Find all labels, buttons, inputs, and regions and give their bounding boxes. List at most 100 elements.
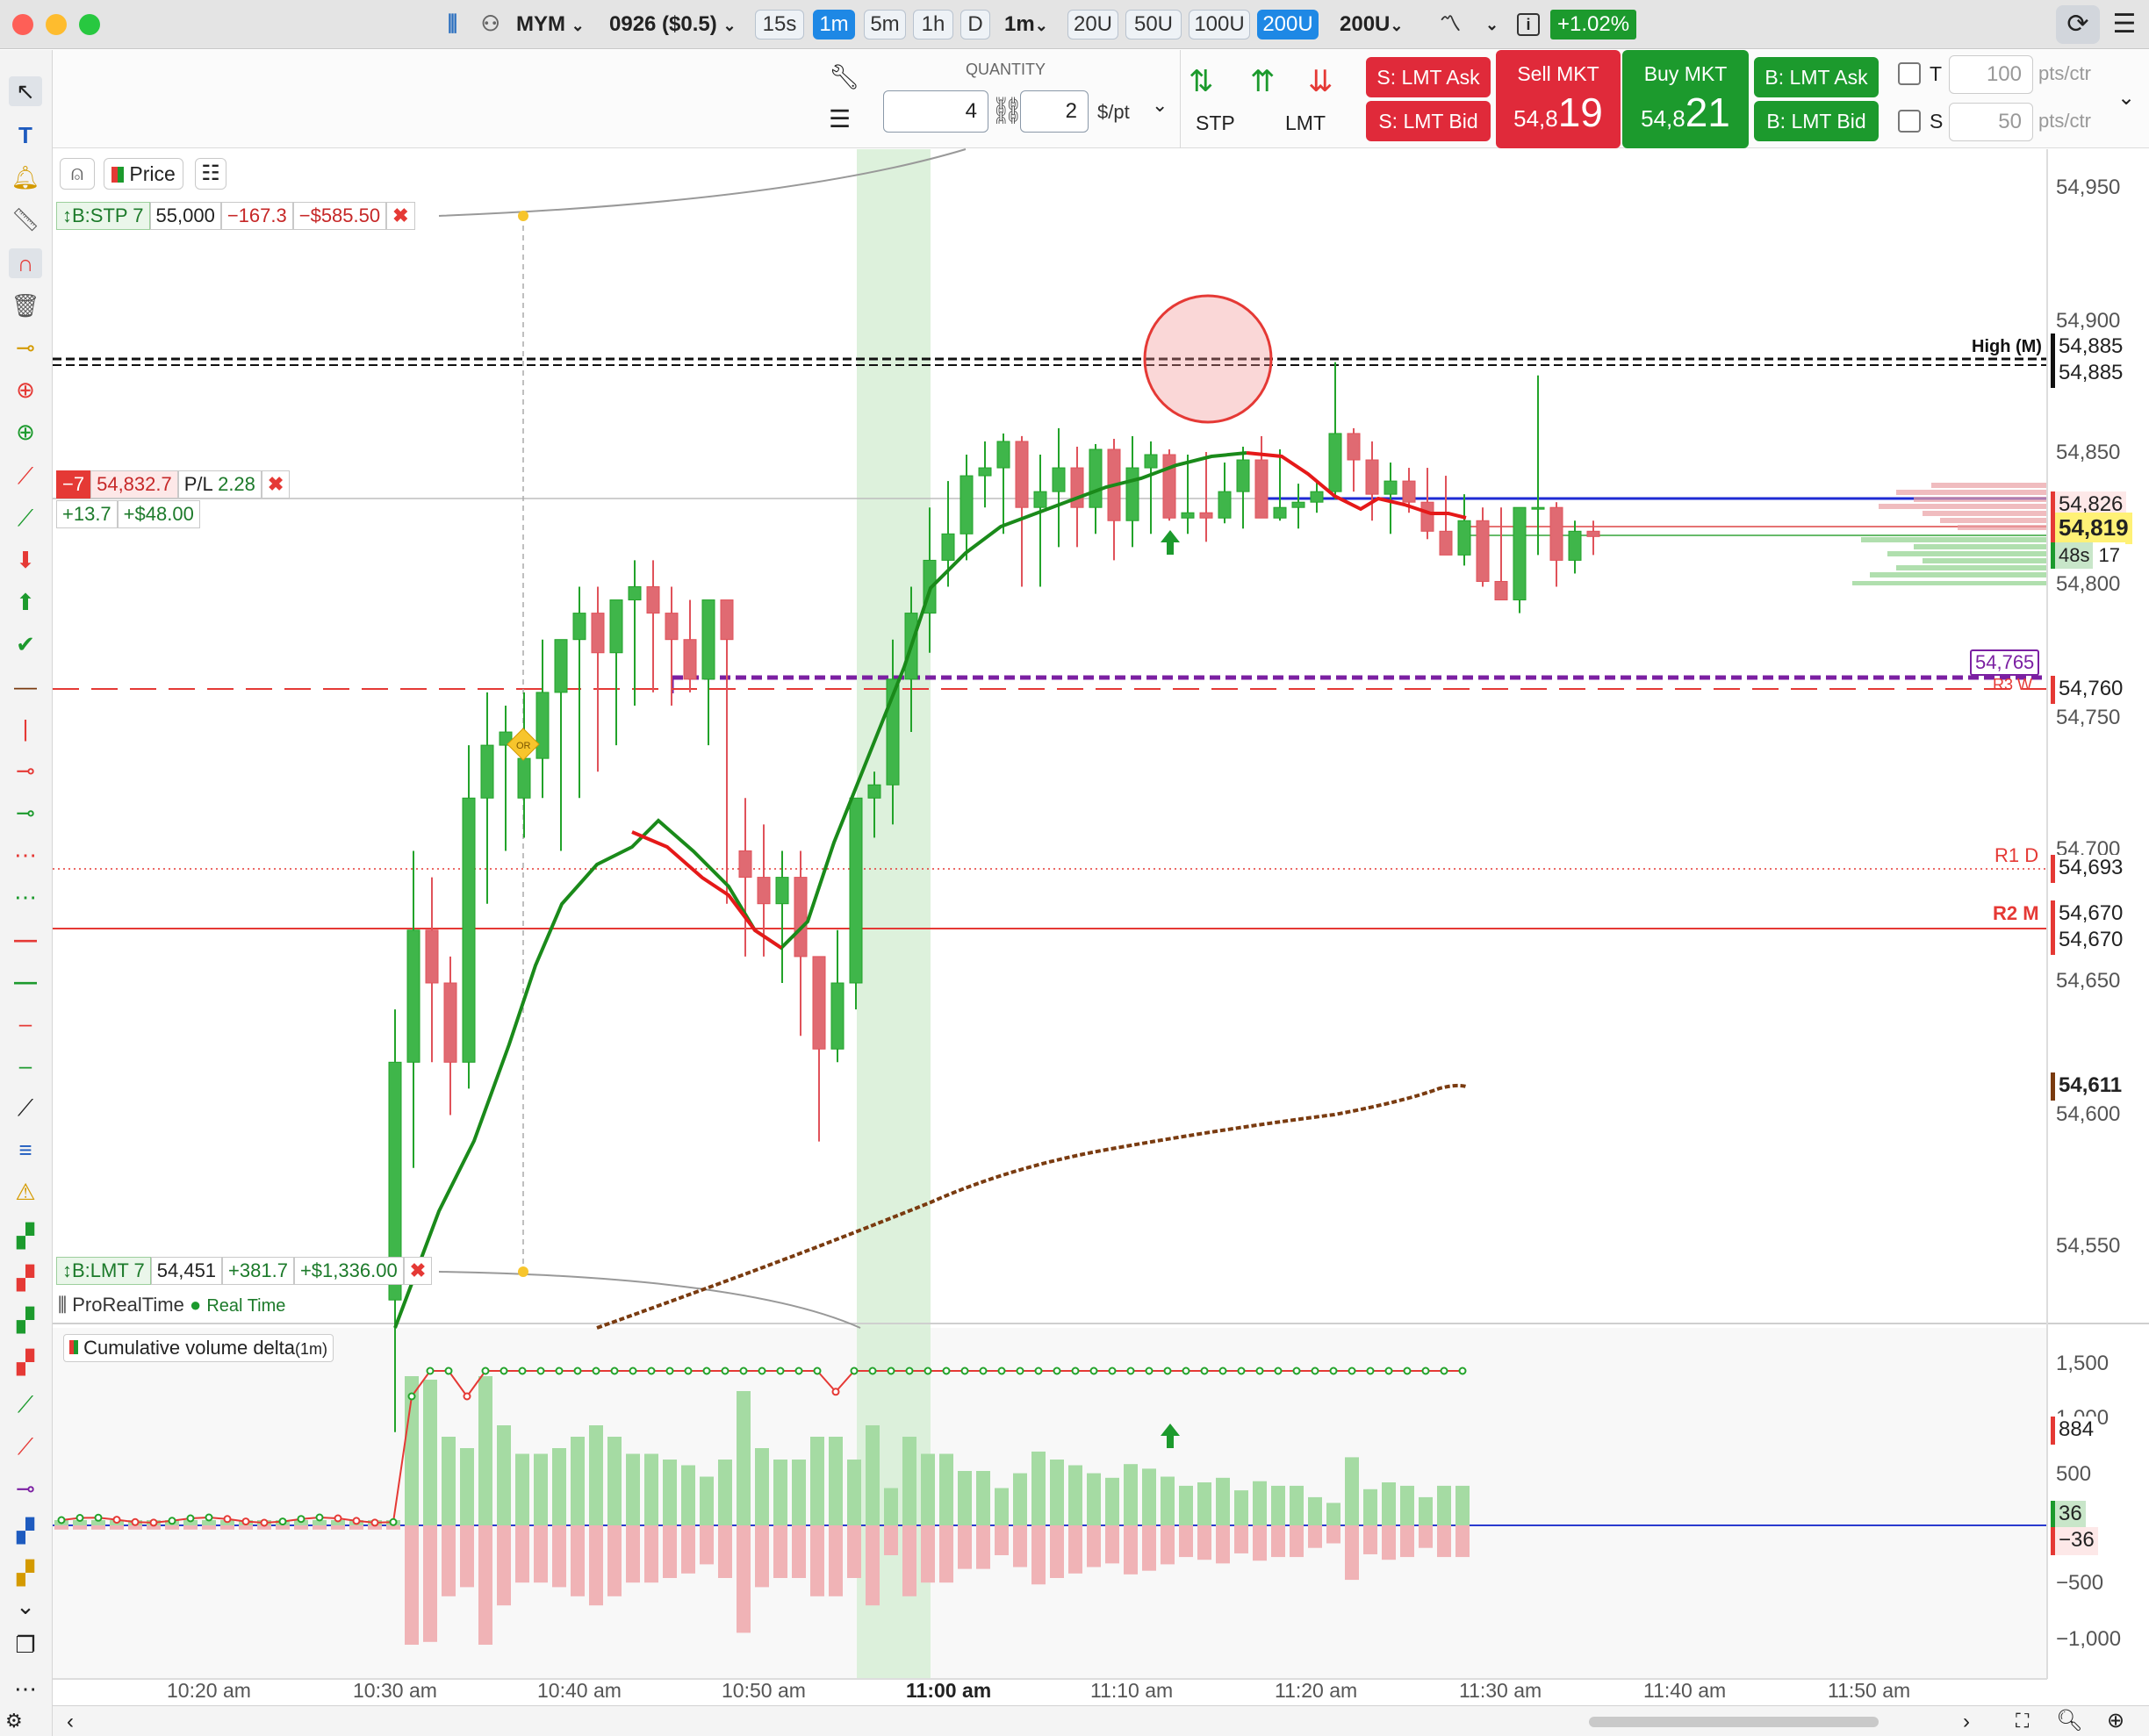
sell-zone-2-icon[interactable]: ▞ [9,1347,42,1377]
sell-dotted-level-icon[interactable]: ⋯ [9,840,42,870]
alert-bell-icon[interactable]: 🔔︎ [9,162,42,192]
sell-zone-icon[interactable]: ▞ [9,1263,42,1293]
buy-trendline-icon[interactable]: ⟋ [9,503,42,533]
cvd-point [1182,1367,1190,1375]
close-position-icon[interactable]: ✖ [261,470,291,499]
fibonacci-tool-icon[interactable]: ≡ [9,1135,42,1165]
candles-small-icon: ⫼ [58,1294,68,1316]
red-trend-icon[interactable]: ⟋ [9,1431,42,1461]
sell-arrow-icon[interactable]: ⬇ [9,545,42,575]
cvd-point [850,1367,859,1375]
trash-icon[interactable]: 🗑︎ [9,291,42,320]
buy-zone-2-icon[interactable]: ▞ [9,1305,42,1335]
time-tick: 10:50 am [722,1679,806,1702]
buy-arrow-icon[interactable]: ⬆ [9,587,42,617]
opening-range-marker-text: OR [516,741,531,751]
cvd-point [278,1517,287,1526]
candle-body [1236,459,1250,492]
yellow-zone-icon[interactable]: ▞ [9,1558,42,1588]
object-list-icon[interactable]: ☷ [195,158,226,190]
zoom-out-icon[interactable]: 🔍︎ [2056,1708,2082,1733]
alerts-icon[interactable]: ⍝ [60,158,95,190]
cvd-sell-bar [976,1525,990,1569]
position-tag[interactable]: −7 54,832.7 P/L 2.28 ✖ [56,470,291,499]
cvd-indicator-button[interactable]: Cumulative volume delta(1m) [63,1334,334,1362]
text-tool-icon[interactable]: T [9,120,42,150]
blue-zone-icon[interactable]: ▞ [9,1516,42,1546]
price-tick: 54,900 [2056,309,2121,333]
cvd-point [334,1514,342,1523]
buy-dotted-level-icon[interactable]: ⋯ [9,882,42,912]
green-line-icon[interactable]: — [9,966,42,996]
cvd-sell-bar [1253,1525,1267,1561]
collapse-tools-icon[interactable]: ⌄ [9,1591,42,1621]
cursor-tool-icon[interactable]: ↖ [9,76,42,106]
scroll-right-icon[interactable]: › [1963,1710,1970,1734]
more-tools-icon[interactable]: ⋯ [9,1674,42,1704]
thin-red-line-icon[interactable]: – [9,1008,42,1038]
candle-body [1181,512,1195,519]
sell-trendline-icon[interactable]: ⟋ [9,461,42,491]
sell-target-icon[interactable]: ⊕ [9,375,42,405]
cvd-point [887,1367,895,1375]
candle-body [1365,459,1379,495]
candle-body [480,744,494,799]
magnet-tool-icon[interactable]: ∩ [9,248,42,278]
settings-icon[interactable]: ⚙ [5,1710,23,1732]
scroll-left-icon[interactable]: ‹ [67,1710,74,1734]
vertical-line-icon[interactable]: | [9,714,42,743]
candle-body [572,613,586,641]
cvd-sell-bar [405,1525,419,1645]
red-line-icon[interactable]: — [9,924,42,954]
stop-anchor-dot[interactable] [518,211,528,221]
cvd-point [444,1367,453,1375]
cvd-point [555,1367,564,1375]
cvd-buy-bar [792,1460,806,1525]
checkmark-icon[interactable]: ✔ [9,629,42,659]
fit-screen-icon[interactable]: ⛶ [2016,1710,2029,1732]
cvd-sell-bar [847,1525,861,1578]
cvd-point [1292,1367,1301,1375]
cvd-buy-bar [497,1425,511,1525]
candle-body [960,475,974,534]
price-chart[interactable]: OR [0,0,2149,1736]
ruler-tool-icon[interactable]: 📏︎ [9,204,42,234]
cvd-sell-bar [220,1525,234,1530]
green-trend-icon[interactable]: ⟋ [9,1389,42,1419]
buy-zone-icon[interactable]: ▞ [9,1221,42,1251]
segment-tool-icon[interactable]: ⟋ [9,1093,42,1123]
price-series-button[interactable]: Price [104,158,183,190]
cancel-stop-order-icon[interactable]: ✖ [386,202,415,230]
cvd-sell-bar [939,1525,953,1583]
price-tick: 54,600 [2056,1102,2121,1126]
cvd-sell-bar [1363,1525,1377,1554]
cvd-point [57,1516,66,1524]
cvd-point [1034,1367,1043,1375]
candle-body [1549,506,1563,561]
sell-level-icon[interactable]: ⊸ [9,756,42,786]
candle-body [941,533,955,561]
cvd-buy-bar [1326,1503,1340,1525]
horizontal-line-brown-icon[interactable]: — [9,671,42,701]
zoom-in-icon[interactable]: ⊕ [2107,1708,2124,1733]
purple-level-icon[interactable]: ⊸ [9,1474,42,1503]
cvd-sell-bar [497,1525,511,1606]
buy-target-icon[interactable]: ⊕ [9,417,42,447]
limit-order-tag[interactable]: ↕B:LMT 7 54,451 +381.7 +$1,336.00 ✖ [56,1257,433,1285]
buy-level-icon[interactable]: ⊸ [9,798,42,828]
cvd-buy-bar [1161,1476,1175,1525]
thin-green-line-icon[interactable]: – [9,1051,42,1080]
stop-order-points: −167.3 [220,202,293,230]
cvd-buy-bar [1142,1468,1156,1525]
horizontal-scrollbar-thumb[interactable] [1589,1717,1879,1727]
highlight-circle[interactable] [1143,294,1273,424]
key-tool-icon[interactable]: ⊸ [9,333,42,362]
warning-icon[interactable]: ⚠ [9,1177,42,1207]
stop-order-tag[interactable]: ↕B:STP 7 55,000 −167.3 −$585.50 ✖ [56,202,415,230]
cvd-sell-bar [681,1525,695,1574]
layers-icon[interactable]: ❐ [9,1630,42,1660]
cancel-limit-order-icon[interactable]: ✖ [403,1257,433,1285]
candle-body [701,599,715,680]
candle-body [1310,491,1324,503]
limit-anchor-dot[interactable] [518,1266,528,1277]
